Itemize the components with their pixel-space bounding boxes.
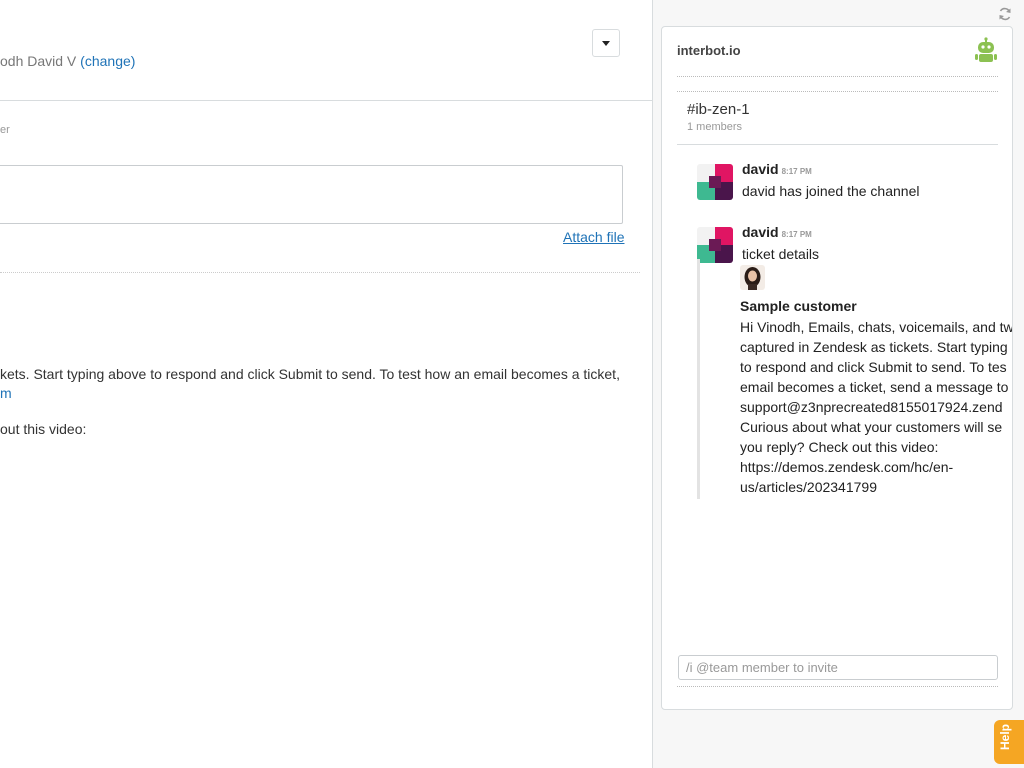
reply-textarea[interactable]: [0, 165, 623, 224]
message-author-line: david 8:17 PM: [742, 224, 812, 240]
help-label: Help: [998, 723, 1012, 750]
requester-line: odh David V (change): [0, 53, 135, 69]
refresh-icon[interactable]: [998, 7, 1012, 21]
attachment-line: support@z3nprecreated8155017924.zend: [740, 399, 1003, 415]
attachment-line: captured in Zendesk as tickets. Start ty…: [740, 339, 1008, 355]
avatar: [697, 227, 733, 263]
attach-file-link[interactable]: Attach file: [563, 229, 624, 245]
comment-divider: [0, 272, 640, 273]
channel-header-divider: [677, 144, 998, 145]
header-separator: [677, 76, 998, 77]
change-requester-link[interactable]: (change): [80, 53, 135, 69]
customer-avatar: [740, 265, 765, 290]
attachment-line: Hi Vinodh, Emails, chats, voicemails, an…: [740, 319, 1013, 335]
message-text: david has joined the channel: [742, 183, 920, 199]
header-divider: [0, 100, 652, 101]
message-author: david: [742, 224, 779, 240]
message-author: david: [742, 161, 779, 177]
app-name: interbot.io: [677, 43, 741, 58]
ticket-pane: odh David V (change) er Attach file kets…: [0, 0, 652, 768]
message-author-line: david 8:17 PM: [742, 161, 812, 177]
robot-icon: [975, 37, 997, 62]
message-text: ticket details: [742, 246, 820, 262]
message-time: 8:17 PM: [781, 230, 812, 239]
requester-name: odh David V: [0, 53, 77, 69]
attachment-line: you reply? Check out this video:: [740, 439, 939, 455]
attachment-link[interactable]: https://demos.zendesk.com/hc/en-: [740, 457, 953, 477]
field-label: er: [0, 124, 10, 136]
message-time: 8:17 PM: [781, 167, 812, 176]
comment-line: kets. Start typing above to respond and …: [0, 366, 620, 382]
channel-separator: [677, 91, 998, 92]
comment-line: out this video:: [0, 421, 87, 437]
attachment-title: Sample customer: [740, 298, 857, 314]
help-button[interactable]: Help: [994, 720, 1024, 764]
channel-members: 1 members: [687, 121, 743, 133]
attachment-line: Curious about what your customers will s…: [740, 419, 1003, 435]
interbot-app-panel: interbot.io #ib-zen-1 1 members david 8:1…: [661, 26, 1013, 710]
attachment-link[interactable]: us/articles/202341799: [740, 477, 877, 497]
channel-name: #ib-zen-1: [687, 101, 750, 118]
invite-input[interactable]: [678, 655, 998, 680]
footer-separator: [677, 686, 998, 687]
caret-down-icon: [602, 41, 610, 46]
avatar: [697, 164, 733, 200]
ticket-options-button[interactable]: [592, 29, 620, 57]
attachment-line: to respond and click Submit to send. To …: [740, 359, 1007, 375]
comment-link[interactable]: m: [0, 385, 12, 401]
attachment-line: email becomes a ticket, send a message t…: [740, 379, 1009, 395]
attachment-bar: [697, 259, 700, 499]
